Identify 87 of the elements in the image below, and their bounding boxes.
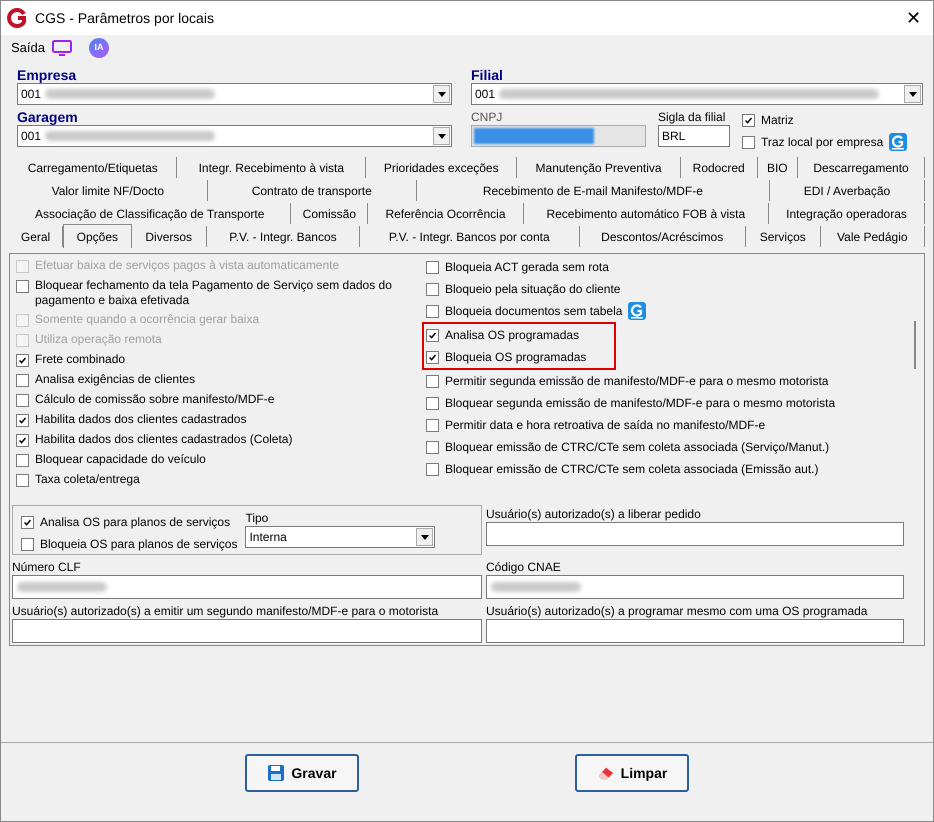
checkbox-label: Analisa OS programadas (445, 327, 580, 344)
monitor-icon[interactable] (50, 39, 73, 57)
field-label: Usuário(s) autorizado(s) a emitir um segundo manifesto/MDF-e para o motorista (12, 603, 440, 619)
checkbox-label: Habilita dados dos clientes cadastrados (35, 412, 248, 427)
tab[interactable]: Opções (63, 224, 132, 248)
checkbox[interactable] (426, 440, 439, 454)
dropdown-field[interactable]: Interna (245, 526, 436, 548)
checkbox[interactable] (426, 418, 439, 432)
close-button[interactable]: ✕ (900, 4, 927, 32)
checkbox[interactable] (16, 374, 29, 387)
checkbox[interactable] (742, 114, 755, 126)
checkbox-label: Bloqueia OS programadas (445, 349, 586, 366)
cnpj-field[interactable] (471, 125, 646, 147)
checkbox-label: Bloqueia documentos sem tabela (445, 303, 622, 320)
checkbox[interactable] (426, 304, 439, 318)
checkbox[interactable] (16, 354, 29, 367)
checkbox-label: Analisa OS para planos de serviços (40, 514, 230, 531)
field-label: Usuário(s) autorizado(s) a liberar pedido (486, 506, 702, 522)
checkbox-label: Somente quando a ocorrência gerar baixa (35, 312, 260, 327)
dropdown-field[interactable]: 001 (17, 125, 452, 147)
field-label: CNPJ (471, 109, 504, 125)
checkbox[interactable] (742, 136, 755, 148)
tab[interactable]: Diversos (132, 226, 207, 247)
input-field[interactable]: BRL (658, 125, 730, 147)
tab[interactable]: Descontos/Acréscimos (580, 226, 746, 247)
checkbox-label: Permitir data e hora retroativa de saída no manifesto/MDF-e (445, 417, 766, 434)
checkbox-label: Bloquear capacidade do veículo (35, 452, 207, 467)
tab[interactable]: Contrato de transporte (208, 180, 417, 201)
app-badge-icon (628, 302, 646, 320)
field-label: Código CNAE (486, 559, 562, 575)
dropdown-field[interactable]: 001 (471, 83, 923, 105)
checkbox[interactable] (16, 394, 29, 407)
clear-button[interactable]: Limpar (575, 754, 689, 792)
checkbox-label: Efetuar baixa de serviços pagos à vista automaticamente (35, 258, 340, 273)
field-label: Usuário(s) autorizado(s) a programar mesmo com uma OS programada (486, 603, 868, 619)
checkbox-label: Bloquear emissão de CTRC/CTe sem coleta associada (Emissão aut.) (445, 461, 818, 478)
checkbox-label: Bloqueio pela situação do cliente (445, 281, 620, 298)
input-field[interactable] (12, 575, 482, 599)
checkbox-label: Bloqueia OS para planos de serviços (40, 536, 238, 553)
checkbox[interactable] (426, 374, 439, 388)
checkbox[interactable] (16, 454, 29, 467)
checkbox[interactable] (426, 396, 439, 410)
tab[interactable]: Recebimento automático FOB à vista (524, 203, 770, 224)
checkbox-label: Permitir segunda emissão de manifesto/MDF-e para o mesmo motorista (445, 373, 828, 390)
input-field[interactable] (486, 619, 904, 643)
checkbox-label: Habilita dados dos clientes cadastrados (Coleta) (35, 432, 294, 447)
checkbox-label: Bloquear emissão de CTRC/CTe sem coleta associada (Serviço/Manut.) (445, 439, 830, 456)
checkbox[interactable] (21, 516, 34, 528)
checkbox[interactable] (426, 328, 439, 342)
app-badge-icon (889, 133, 908, 151)
exit-label[interactable]: Saída (11, 38, 45, 58)
checkbox[interactable] (16, 474, 29, 487)
field-label: Número CLF (12, 559, 82, 575)
checkbox-label: Traz local por empresa (761, 134, 884, 151)
checkbox[interactable] (426, 282, 439, 296)
checkbox-label: Frete combinado (35, 352, 126, 367)
checkbox[interactable] (426, 350, 439, 364)
checkbox[interactable] (16, 414, 29, 427)
input-field[interactable] (486, 575, 904, 599)
tab[interactable]: Vale Pedágio (820, 226, 925, 247)
app-logo-icon (7, 8, 27, 28)
dropdown-field[interactable]: 001 (17, 83, 452, 105)
field-label: Filial (471, 67, 504, 83)
checkbox-label: Taxa coleta/entrega (35, 472, 141, 487)
checkbox[interactable] (16, 434, 29, 447)
checkbox-label: Analisa exigências de clientes (35, 372, 196, 387)
checkbox-label: Bloqueia ACT gerada sem rota (445, 259, 609, 276)
tab[interactable]: BIO (758, 157, 798, 178)
checkbox-label: Cálculo de comissão sobre manifesto/MDF-e (35, 392, 276, 407)
input-field[interactable] (486, 522, 904, 546)
field-label: Tipo (245, 510, 270, 526)
checkbox[interactable] (426, 462, 439, 476)
field-label: Sigla da filial (658, 109, 726, 125)
ia-button[interactable]: IA (88, 38, 109, 58)
field-label: Empresa (17, 67, 78, 83)
checkbox-label: Matriz (761, 112, 794, 129)
field-label: Garagem (17, 109, 79, 125)
checkbox[interactable] (16, 280, 29, 293)
save-button[interactable]: Gravar (245, 754, 359, 792)
checkbox[interactable] (21, 538, 34, 550)
window-title: CGS - Parâmetros por locais (35, 8, 215, 28)
input-field[interactable] (12, 619, 482, 643)
checkbox-label: Utiliza operação remota (35, 332, 163, 347)
checkbox-label: Bloquear fechamento da tela Pagamento de Serviço sem dados do pagamento e baixa efetivada (35, 278, 393, 308)
checkbox-label: Bloquear segunda emissão de manifesto/MDF-e para o mesmo motorista (445, 395, 836, 412)
scrollbar-thumb[interactable] (914, 321, 916, 369)
checkbox[interactable] (426, 260, 439, 274)
